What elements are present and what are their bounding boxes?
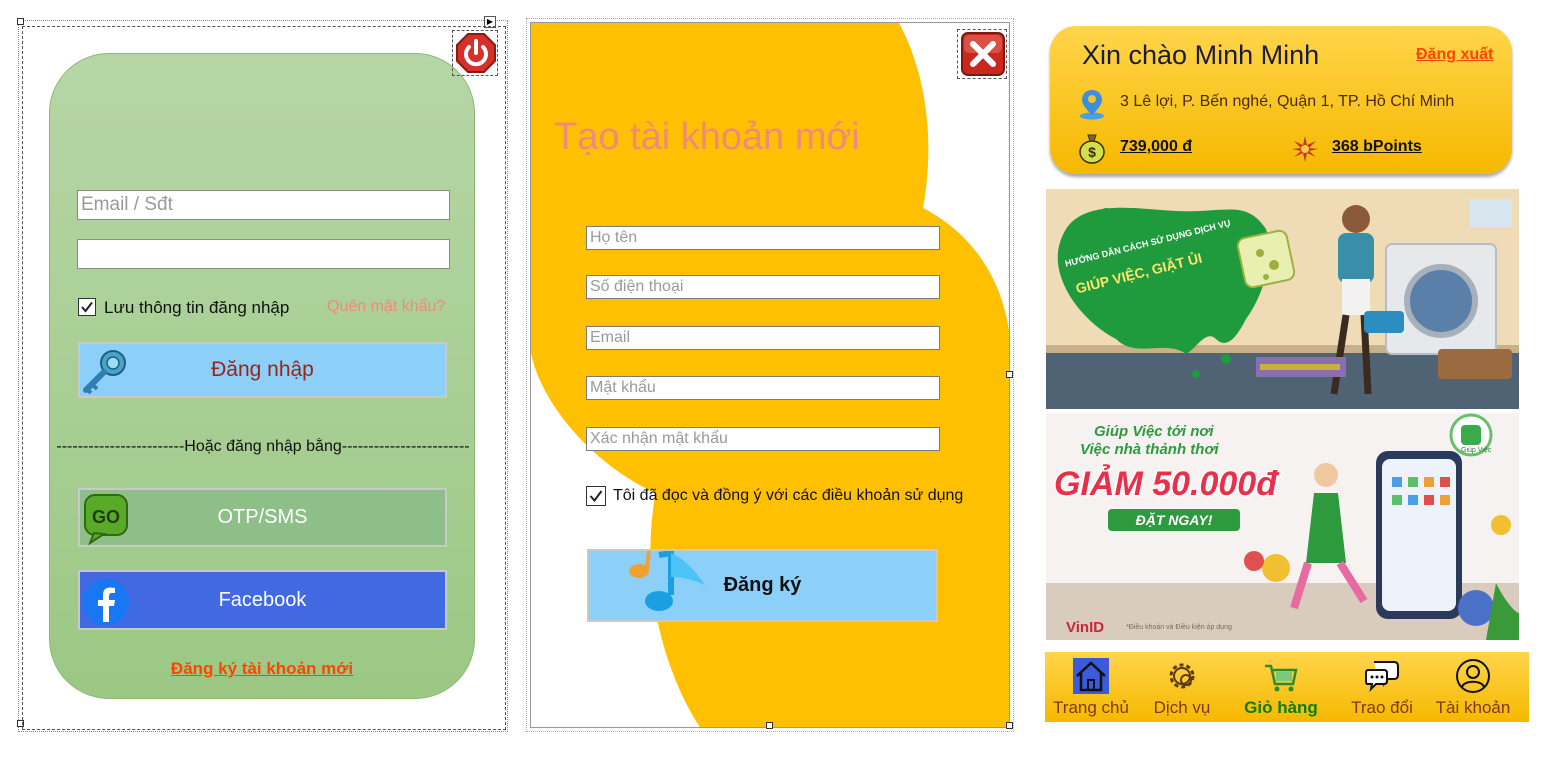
chat-icon <box>1364 658 1400 694</box>
nav-label: Trang chủ <box>1053 698 1129 717</box>
home-icon <box>1073 658 1109 694</box>
gear-icon <box>1164 658 1200 694</box>
points-value[interactable]: 368 bPoints <box>1332 138 1422 156</box>
banner-promo[interactable]: Giúp Việc tới nơi Việc nhà thảnh thơi GI… <box>1046 413 1519 640</box>
facebook-icon <box>82 578 130 626</box>
close-icon[interactable] <box>961 32 1005 76</box>
nav-item-cart[interactable]: Giỏ hàng <box>1236 652 1326 722</box>
resize-handle[interactable] <box>17 18 24 25</box>
confirm-password-input[interactable] <box>590 430 936 448</box>
fullname-field[interactable] <box>586 226 940 250</box>
key-icon <box>80 346 130 396</box>
facebook-label: Facebook <box>218 588 307 611</box>
password-input[interactable] <box>81 243 446 265</box>
resize-handle[interactable] <box>766 722 773 729</box>
confirm-password-field[interactable] <box>586 427 940 451</box>
banner-promo-cta[interactable]: ĐẶT NGAY! <box>1108 509 1240 531</box>
register-button-label: Đăng ký <box>723 574 802 596</box>
nav-item-services[interactable]: Dịch vụ <box>1137 652 1227 722</box>
terms-label: Tôi đã đọc và đồng ý với các điều khoản … <box>613 487 964 504</box>
banner-promo-discount: GIẢM 50.000đ <box>1054 465 1277 503</box>
register-title: Tạo tài khoản mới <box>554 116 860 158</box>
bottom-nav: Trang chủ Dịch vụ Giỏ hàng Trao đổi Tài … <box>1045 652 1529 722</box>
greeting-text: Xin chào Minh Minh <box>1082 40 1320 70</box>
cart-icon <box>1263 658 1299 694</box>
vinid-logo: VinID <box>1066 619 1105 636</box>
banner-laundry-illustration <box>1046 189 1519 409</box>
resize-handle[interactable] <box>1006 722 1013 729</box>
music-note-icon <box>619 549 709 623</box>
nav-item-chat[interactable]: Trao đổi <box>1337 652 1427 722</box>
password-field[interactable] <box>77 239 450 269</box>
forgot-password-link[interactable]: Quên mật khẩu? <box>327 298 445 316</box>
points-star-icon <box>1292 136 1318 162</box>
terms-checkbox[interactable] <box>586 486 606 506</box>
power-icon[interactable] <box>455 32 497 74</box>
svg-text:GO: GO <box>92 507 120 527</box>
banner-promo-line2: Việc nhà thảnh thơi <box>1080 441 1219 458</box>
logout-link[interactable]: Đăng xuất <box>1416 46 1493 64</box>
email-input[interactable] <box>81 194 446 216</box>
address-text: 3 Lê lợi, P. Bến nghé, Quận 1, TP. Hồ Ch… <box>1120 93 1455 110</box>
nav-label: Tài khoản <box>1435 698 1511 717</box>
fullname-input[interactable] <box>590 229 936 247</box>
sms-app-icon: GO <box>82 493 130 546</box>
nav-label: Dịch vụ <box>1153 698 1211 717</box>
nav-label: Trao đổi <box>1351 698 1413 717</box>
banner-app-badge: Giúp Việc <box>1461 447 1492 454</box>
phone-input[interactable] <box>590 278 936 296</box>
register-link[interactable]: Đăng ký tài khoản mới <box>49 659 475 679</box>
register-email-input[interactable] <box>590 329 936 347</box>
remember-checkbox[interactable] <box>78 298 96 316</box>
login-button[interactable]: Đăng nhập <box>78 342 447 398</box>
register-password-input[interactable] <box>590 379 936 397</box>
nav-item-home[interactable]: Trang chủ <box>1046 652 1136 722</box>
banner-laundry-service[interactable]: HƯỚNG DẪN CÁCH SỬ DỤNG DỊCH VỤ GIÚP VIỆC… <box>1046 189 1519 409</box>
nav-label: Giỏ hàng <box>1244 698 1318 717</box>
otp-sms-label: OTP/SMS <box>217 506 308 528</box>
nav-item-account[interactable]: Tài khoản <box>1428 652 1518 722</box>
user-icon <box>1455 658 1491 694</box>
otp-sms-button[interactable]: GO OTP/SMS <box>78 488 447 547</box>
email-field[interactable] <box>77 190 450 220</box>
money-bag-icon: $ <box>1078 132 1106 164</box>
location-pin-icon <box>1078 88 1106 120</box>
remember-label: Lưu thông tin đăng nhập <box>104 298 290 317</box>
resize-handle[interactable] <box>1006 371 1013 378</box>
facebook-login-button[interactable]: Facebook <box>78 570 447 630</box>
banner-promo-line1: Giúp Việc tới nơi <box>1094 423 1214 440</box>
balance-value[interactable]: 739,000 đ <box>1120 138 1192 156</box>
login-button-label: Đăng nhập <box>211 358 314 381</box>
register-button[interactable]: Đăng ký <box>587 549 938 622</box>
password-field[interactable] <box>586 376 940 400</box>
email-field[interactable] <box>586 326 940 350</box>
banner-footnote: *Điều khoản và Điều kiện áp dụng <box>1126 624 1232 631</box>
phone-field[interactable] <box>586 275 940 299</box>
svg-text:$: $ <box>1088 144 1096 160</box>
alternative-login-divider: ------------------------Hoặc đăng nhập b… <box>56 438 470 455</box>
